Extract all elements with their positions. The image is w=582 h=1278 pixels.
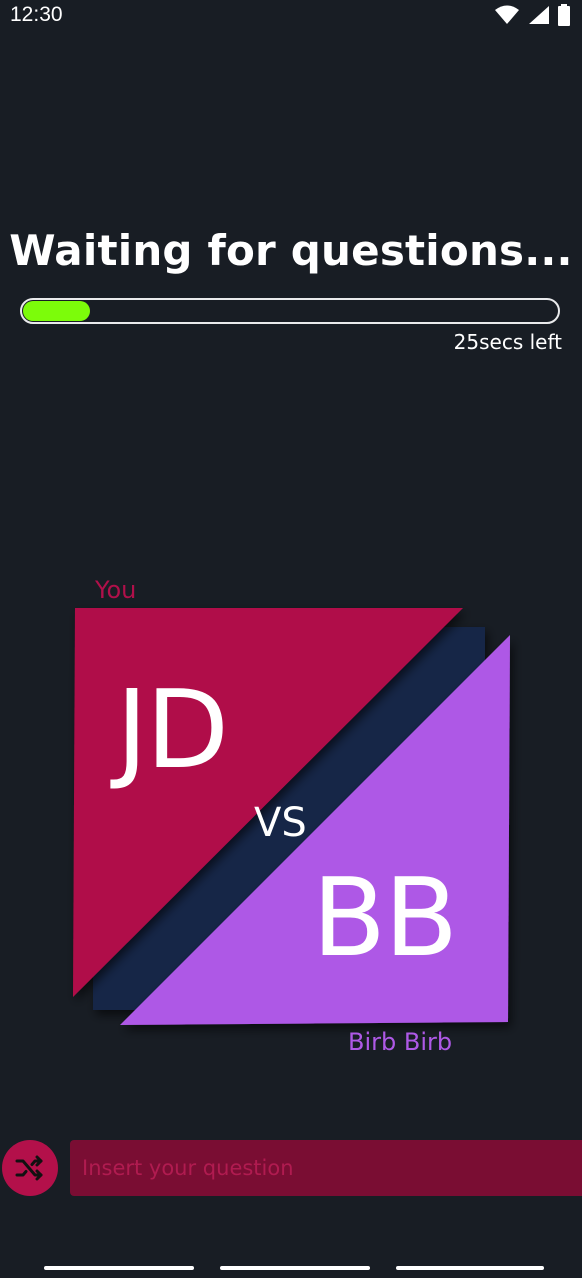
status-bar: 12:30 [0,0,582,30]
nav-indicator-center [220,1266,370,1270]
status-time: 12:30 [10,3,63,26]
nav-indicator-right [396,1266,544,1270]
versus-card: You JD VS BB Birb Birb [0,560,582,1080]
opponent-name-label: Birb Birb [348,1028,453,1056]
question-input[interactable] [70,1140,582,1196]
shuffle-icon [15,1155,43,1181]
battery-icon [558,4,570,26]
shuffle-button[interactable] [2,1140,58,1196]
nav-indicator-left [44,1266,194,1270]
opponent-initials: BB [312,856,458,981]
status-icons [494,4,570,26]
you-label: You [95,576,137,604]
wifi-icon [495,5,519,24]
page-title: Waiting for questions... [9,226,573,275]
timer-progress-fill [23,301,90,321]
vs-label: VS [254,800,307,846]
you-initials: JD [116,668,229,793]
signal-icon [529,6,549,24]
timer-progress-bar [20,298,560,324]
time-left-label: 25secs left [453,330,562,354]
